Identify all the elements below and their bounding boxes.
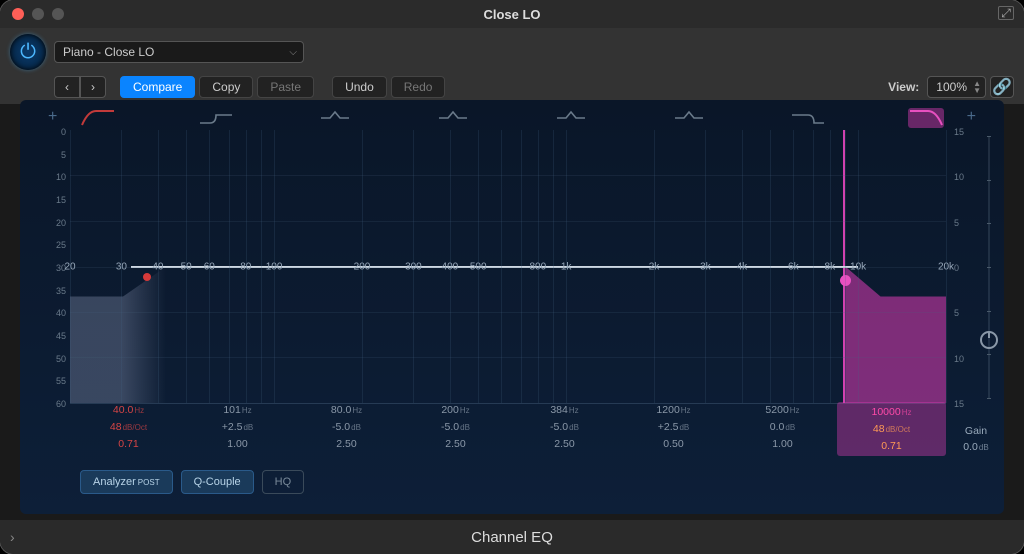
- footer: › Channel EQ: [0, 520, 1024, 554]
- band-bell1-icon[interactable]: [317, 108, 353, 128]
- chevron-down-icon: ⌵: [289, 47, 297, 58]
- lowpass-region: [845, 267, 946, 404]
- band-highpass-icon[interactable]: [80, 108, 116, 128]
- band-parameters: 40.0Hz48dB/Oct0.71101Hz+2.5dB1.0080.0Hz-…: [74, 402, 946, 456]
- analyzer-scale: 051015202530354045505560: [44, 132, 66, 404]
- band-type-row: [80, 106, 944, 130]
- paste-button[interactable]: Paste: [257, 76, 314, 98]
- gain-scale: 15105051015: [954, 132, 976, 404]
- titlebar: Close LO ⤢: [0, 0, 1024, 28]
- add-band-left-button[interactable]: +: [48, 108, 57, 126]
- band-ls-params[interactable]: 101Hz+2.5dB1.00: [183, 402, 292, 456]
- window-title: Close LO: [0, 7, 1024, 22]
- gain-label: Gain: [954, 423, 998, 439]
- band-lowshelf-icon[interactable]: [198, 108, 234, 128]
- band-b3-params[interactable]: 384Hz-5.0dB2.50: [510, 402, 619, 456]
- band-bell3-icon[interactable]: [553, 108, 589, 128]
- expand-icon[interactable]: ⤢: [998, 6, 1014, 20]
- eq-panel: + + 051015202530354045505560 15105051015…: [20, 100, 1004, 514]
- highpass-handle[interactable]: [143, 273, 151, 281]
- toolbar: ⏻ Piano - Close LO ⌵ ‹ › Compare Copy Pa…: [0, 28, 1024, 104]
- copy-button[interactable]: Copy: [199, 76, 253, 98]
- zoom-stepper[interactable]: 100% ▲▼: [927, 76, 986, 98]
- output-gain[interactable]: Gain 0.0dB: [954, 423, 998, 456]
- band-hp-params[interactable]: 40.0Hz48dB/Oct0.71: [74, 402, 183, 456]
- add-band-right-button[interactable]: +: [967, 108, 976, 126]
- highpass-region: [70, 267, 166, 404]
- gain-slider-knob[interactable]: [980, 331, 998, 349]
- undo-button[interactable]: Undo: [332, 76, 387, 98]
- hq-button[interactable]: HQ: [262, 470, 305, 494]
- band-b2-params[interactable]: 200Hz-5.0dB2.50: [401, 402, 510, 456]
- power-button[interactable]: ⏻: [10, 34, 46, 70]
- bottom-buttons: AnalyzerPOST Q-Couple HQ: [80, 470, 304, 494]
- next-preset-button[interactable]: ›: [80, 76, 106, 98]
- band-lp-params[interactable]: 10000Hz48dB/Oct0.71: [837, 402, 946, 456]
- stepper-icon: ▲▼: [973, 80, 981, 94]
- prev-preset-button[interactable]: ‹: [54, 76, 80, 98]
- preset-select[interactable]: Piano - Close LO ⌵: [54, 41, 304, 63]
- band-b4-params[interactable]: 1200Hz+2.5dB0.50: [619, 402, 728, 456]
- compare-button[interactable]: Compare: [120, 76, 195, 98]
- plugin-window: Close LO ⤢ ⏻ Piano - Close LO ⌵ ‹ › Comp…: [0, 0, 1024, 554]
- redo-button[interactable]: Redo: [391, 76, 446, 98]
- lowpass-handle[interactable]: [840, 275, 851, 286]
- analyzer-button[interactable]: AnalyzerPOST: [80, 470, 173, 494]
- gain-slider-track[interactable]: [988, 136, 990, 398]
- band-highshelf-icon[interactable]: [790, 108, 826, 128]
- band-bell4-icon[interactable]: [671, 108, 707, 128]
- band-bell2-icon[interactable]: [435, 108, 471, 128]
- plugin-name: Channel EQ: [471, 529, 553, 546]
- band-lowpass-icon[interactable]: [908, 108, 944, 128]
- eq-graph[interactable]: 2030405060801002003004005008001k2k3k4k6k…: [70, 130, 946, 404]
- band-hs-params[interactable]: 5200Hz0.0dB1.00: [728, 402, 837, 456]
- qcouple-button[interactable]: Q-Couple: [181, 470, 254, 494]
- band-b1-params[interactable]: 80.0Hz-5.0dB2.50: [292, 402, 401, 456]
- view-label: View:: [888, 80, 919, 94]
- link-icon[interactable]: 🔗: [990, 76, 1014, 98]
- disclosure-icon[interactable]: ›: [10, 529, 15, 545]
- preset-name: Piano - Close LO: [63, 45, 154, 59]
